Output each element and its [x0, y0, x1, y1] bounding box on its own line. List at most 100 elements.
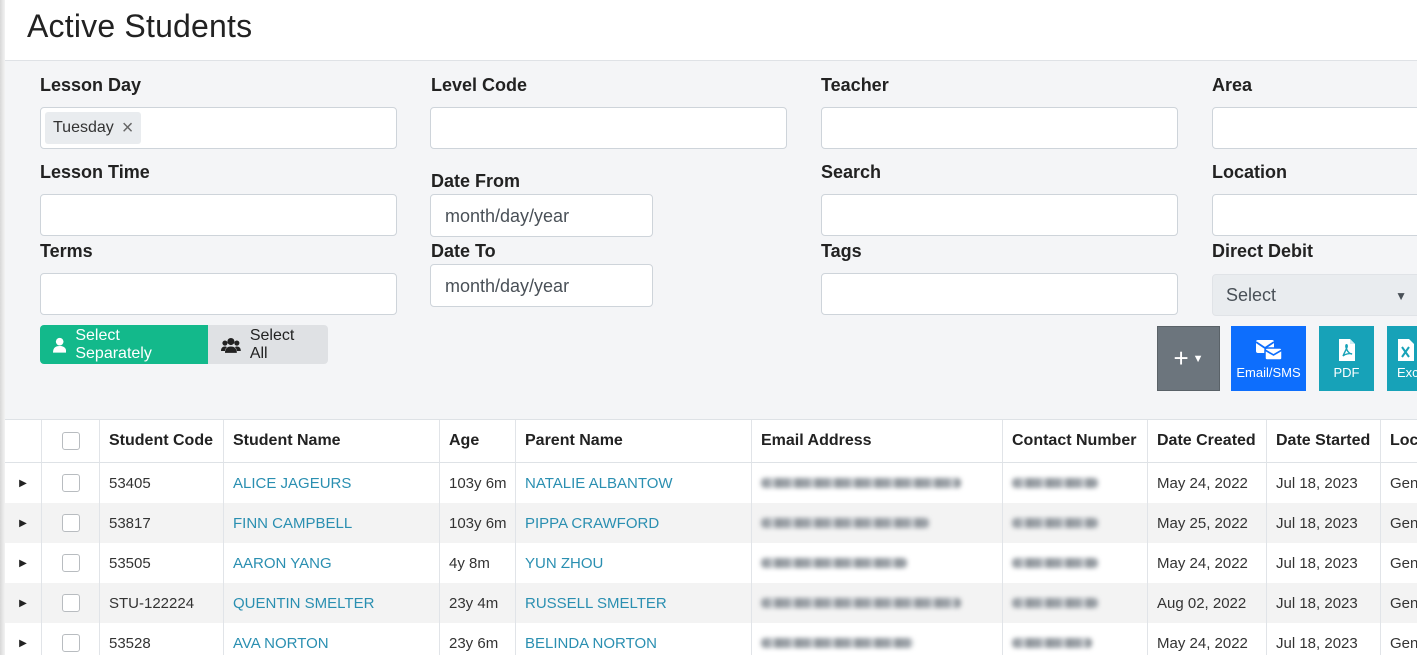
- date-to-input[interactable]: month/day/year: [430, 264, 653, 307]
- students-table: Student Code Student Name Age Parent Nam…: [5, 419, 1417, 655]
- table-row[interactable]: ▶ 53405 ALICE JAGEURS 103y 6m NATALIE ALBANT…: [5, 463, 1417, 503]
- select-separately-button[interactable]: Select Separately: [40, 325, 208, 364]
- search-label: Search: [821, 162, 882, 182]
- date-created-cell: May 25, 2022: [1147, 503, 1266, 543]
- page-title: Active Students: [27, 8, 253, 44]
- search-input[interactable]: [821, 194, 1178, 236]
- table-row[interactable]: ▶ 53528 AVA NORTON 23y 6m BELINDA NORTON May …: [5, 623, 1417, 655]
- row-checkbox[interactable]: [61, 594, 80, 612]
- date-started-cell: Jul 18, 2023: [1266, 503, 1380, 543]
- excel-export-button[interactable]: Excel: [1387, 326, 1417, 391]
- parent-name-link[interactable]: BELINDA NORTON: [515, 623, 751, 655]
- age-cell: 4y 8m: [439, 543, 515, 583]
- email-cell: [751, 463, 1002, 503]
- lesson-day-chip: Tuesday ×: [45, 112, 142, 144]
- select-all-button[interactable]: Select All: [208, 325, 328, 364]
- expand-cell: ▶: [5, 583, 41, 623]
- age-cell: 23y 6m: [439, 623, 515, 655]
- date-from-input[interactable]: month/day/year: [430, 194, 653, 237]
- student-name-link[interactable]: AARON YANG: [223, 543, 439, 583]
- pdf-export-button[interactable]: PDF: [1319, 326, 1374, 391]
- parent-name-link[interactable]: NATALIE ALBANTOW: [515, 463, 751, 503]
- lesson-day-label: Lesson Day: [40, 75, 142, 95]
- plus-icon: +: [1173, 343, 1189, 373]
- users-icon: [221, 337, 241, 353]
- expand-row-icon[interactable]: ▶: [19, 558, 27, 569]
- column-header-email-address[interactable]: Email Address: [751, 420, 1002, 462]
- column-header-parent-name[interactable]: Parent Name: [515, 420, 751, 462]
- teacher-label: Teacher: [821, 75, 889, 95]
- selection-mode-toggle: Select Separately Select All: [40, 325, 328, 364]
- column-header-date-started[interactable]: Date Started: [1266, 420, 1380, 462]
- expand-row-icon[interactable]: ▶: [19, 518, 27, 529]
- location-cell: General: [1380, 543, 1417, 583]
- student-name-link[interactable]: ALICE JAGEURS: [223, 463, 439, 503]
- parent-name-link[interactable]: PIPPA CRAWFORD: [515, 503, 751, 543]
- age-cell: 23y 4m: [439, 583, 515, 623]
- redacted-email: [761, 558, 907, 568]
- expand-row-icon[interactable]: ▶: [19, 598, 27, 609]
- expand-cell: ▶: [5, 463, 41, 503]
- column-header-age[interactable]: Age: [439, 420, 515, 462]
- table-row[interactable]: ▶ 53505 AARON YANG 4y 8m YUN ZHOU May 24, 202…: [5, 543, 1417, 583]
- excel-label: Excel: [1397, 364, 1417, 380]
- contact-cell: [1002, 583, 1147, 623]
- row-checkbox[interactable]: [61, 554, 80, 572]
- column-header-contact-number[interactable]: Contact Number: [1002, 420, 1147, 462]
- parent-name-link[interactable]: YUN ZHOU: [515, 543, 751, 583]
- lesson-time-label: Lesson Time: [40, 162, 150, 182]
- column-header-date-created[interactable]: Date Created: [1147, 420, 1266, 462]
- row-checkbox[interactable]: [61, 514, 80, 532]
- add-dropdown-button[interactable]: + ▼: [1157, 326, 1220, 391]
- column-header-student-name[interactable]: Student Name: [223, 420, 439, 462]
- tags-select[interactable]: [821, 273, 1178, 315]
- area-label: Area: [1212, 75, 1253, 95]
- chevron-down-icon: ▼: [1192, 352, 1204, 365]
- student-name-link[interactable]: FINN CAMPBELL: [223, 503, 439, 543]
- parent-name-link[interactable]: RUSSELL SMELTER: [515, 583, 751, 623]
- date-started-cell: Jul 18, 2023: [1266, 583, 1380, 623]
- direct-debit-select[interactable]: Select ▼: [1212, 274, 1417, 316]
- level-code-select[interactable]: [430, 107, 787, 149]
- contact-cell: [1002, 623, 1147, 655]
- student-code-cell: 53405: [99, 463, 223, 503]
- contact-cell: [1002, 543, 1147, 583]
- redacted-phone: [1012, 598, 1098, 608]
- area-select[interactable]: [1212, 107, 1417, 149]
- student-name-link[interactable]: QUENTIN SMELTER: [223, 583, 439, 623]
- redacted-email: [761, 598, 961, 608]
- column-header-location[interactable]: Location: [1380, 420, 1417, 462]
- location-select[interactable]: [1212, 194, 1417, 236]
- row-checkbox-cell: [41, 503, 99, 543]
- tags-label: Tags: [821, 241, 862, 261]
- age-cell: 103y 6m: [439, 463, 515, 503]
- row-checkbox-cell: [41, 583, 99, 623]
- student-code-cell: 53817: [99, 503, 223, 543]
- column-header-student-code[interactable]: Student Code: [99, 420, 223, 462]
- table-header-row: Student Code Student Name Age Parent Nam…: [5, 420, 1417, 463]
- select-separately-label: Select Separately: [75, 326, 152, 362]
- expand-row-icon[interactable]: ▶: [19, 638, 27, 649]
- email-cell: [751, 543, 1002, 583]
- lesson-time-select[interactable]: [40, 194, 397, 236]
- redacted-email: [761, 518, 929, 528]
- select-all-checkbox[interactable]: [61, 432, 80, 450]
- row-checkbox[interactable]: [61, 634, 80, 652]
- email-sms-button[interactable]: Email/SMS: [1231, 326, 1306, 391]
- student-name-link[interactable]: AVA NORTON: [223, 623, 439, 655]
- row-checkbox[interactable]: [61, 474, 80, 492]
- table-row[interactable]: ▶ STU-122224 QUENTIN SMELTER 23y 4m RUSSELL …: [5, 583, 1417, 623]
- location-cell: General: [1380, 503, 1417, 543]
- age-cell: 103y 6m: [439, 503, 515, 543]
- teacher-select[interactable]: [821, 107, 1178, 149]
- table-row[interactable]: ▶ 53817 FINN CAMPBELL 103y 6m PIPPA CRAWFORD…: [5, 503, 1417, 543]
- contact-cell: [1002, 463, 1147, 503]
- expand-row-icon[interactable]: ▶: [19, 478, 27, 489]
- expand-cell: ▶: [5, 543, 41, 583]
- terms-select[interactable]: [40, 273, 397, 315]
- lesson-day-select[interactable]: Tuesday ×: [40, 107, 397, 149]
- date-started-cell: Jul 18, 2023: [1266, 463, 1380, 503]
- email-sms-icon: [1255, 339, 1283, 361]
- student-code-cell: 53528: [99, 623, 223, 655]
- remove-chip-icon[interactable]: ×: [122, 118, 134, 138]
